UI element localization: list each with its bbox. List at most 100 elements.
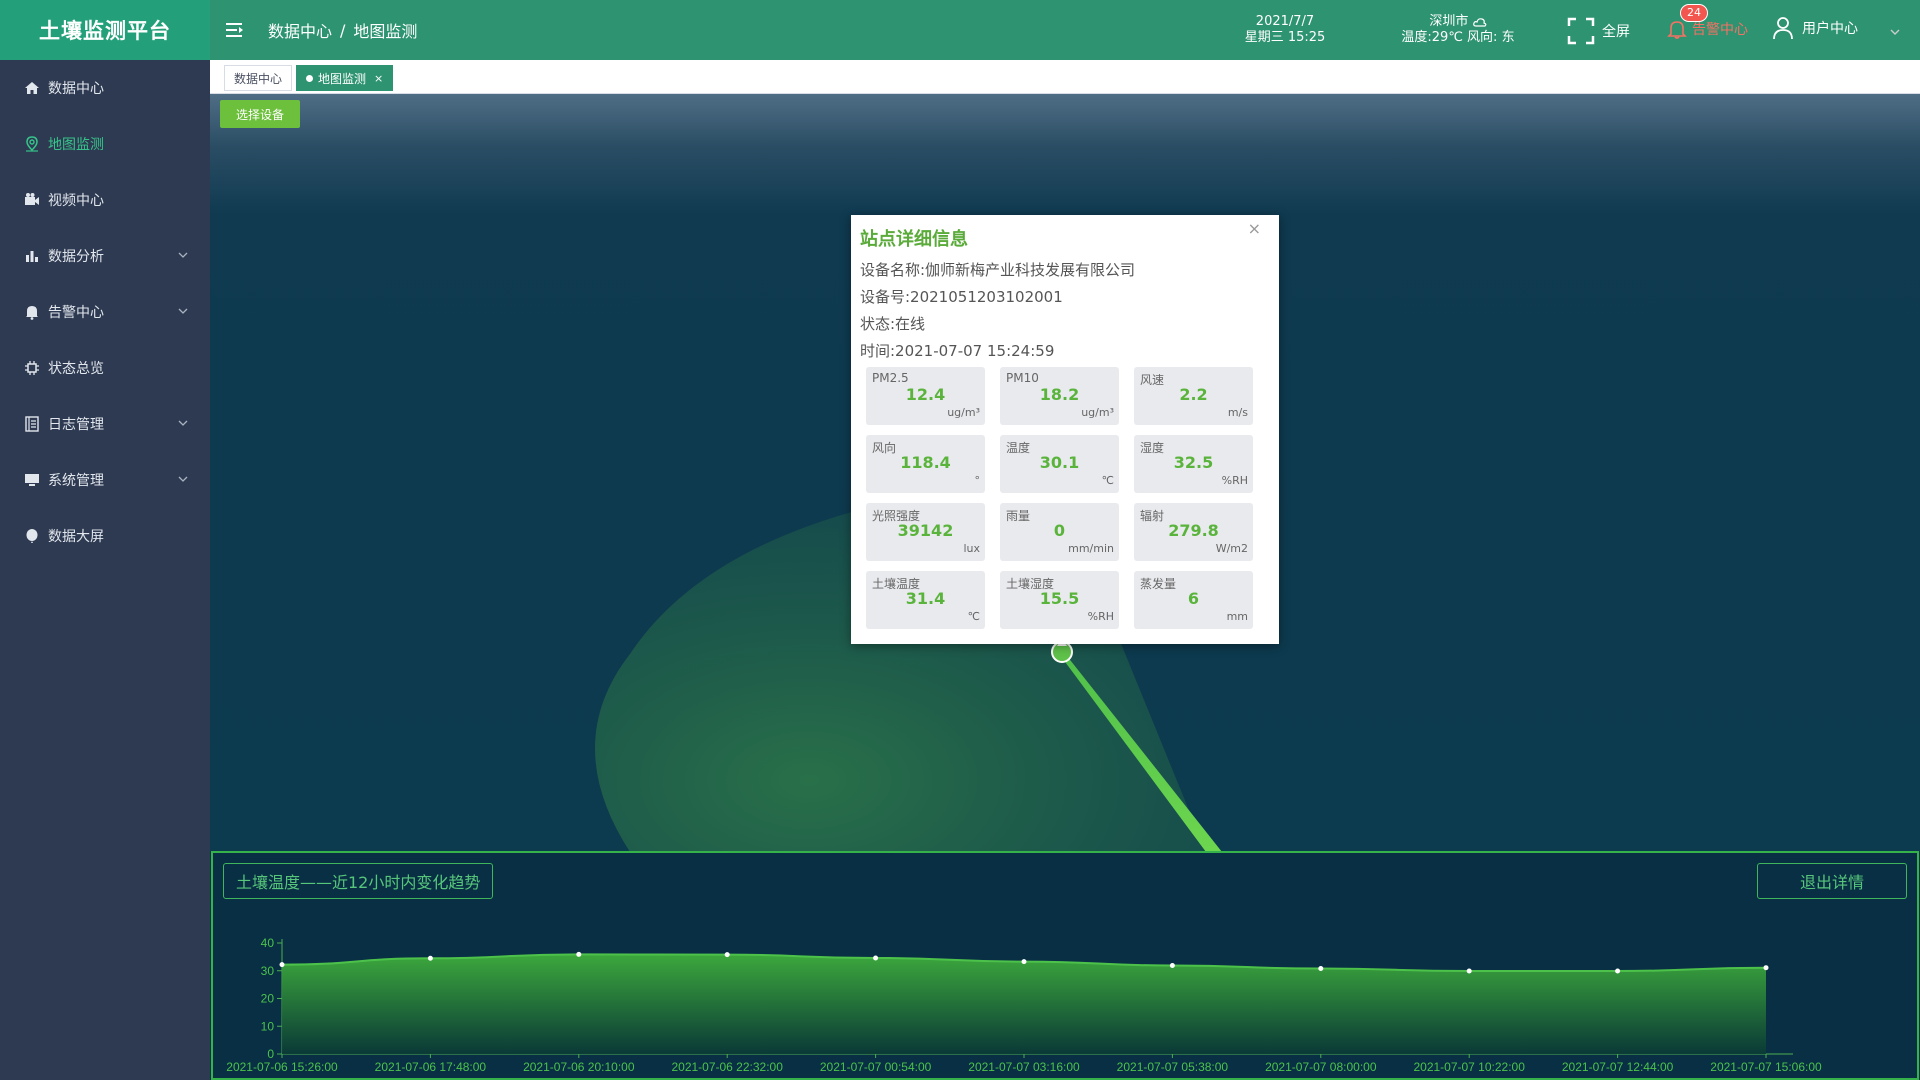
metric-card: 光照强度 39142 lux: [866, 503, 985, 561]
chevron-down-icon: [178, 308, 188, 314]
breadcrumb-item: 地图监测: [353, 22, 418, 41]
metric-unit: mm/min: [1068, 542, 1114, 555]
weather-info: 深圳市 温度:29℃ 风向: 东: [1388, 14, 1528, 46]
close-icon[interactable]: ×: [374, 72, 383, 85]
metric-value: 15.5: [1039, 589, 1080, 608]
sidebar-item-map-monitor[interactable]: 地图监测: [0, 116, 210, 172]
chevron-down-icon: [178, 252, 188, 258]
metric-card: PM2.5 12.4 ug/m³: [866, 367, 985, 425]
x-tick-label: 2021-07-07 05:38:00: [1117, 1060, 1229, 1074]
monitor-icon: [25, 474, 39, 486]
data-point: [1169, 962, 1175, 968]
fullscreen-label: 全屏: [1602, 24, 1630, 40]
metric-value: 6: [1187, 589, 1200, 608]
data-point: [724, 952, 730, 958]
tab-data-center[interactable]: 数据中心: [224, 65, 293, 91]
select-device-button[interactable]: 选择设备: [220, 100, 300, 128]
device-status: 状态:在线: [860, 315, 926, 333]
cloud-icon: [1472, 17, 1486, 27]
sidebar-item-data-analysis[interactable]: 数据分析: [0, 228, 210, 284]
x-tick-label: 2021-07-06 20:10:00: [523, 1060, 635, 1074]
metric-value: 31.4: [905, 589, 946, 608]
metric-card: 风速 2.2 m/s: [1134, 367, 1253, 425]
metric-unit: ug/m³: [1081, 406, 1114, 419]
sidebar: 数据中心 地图监测 视频中心 数据分析 告警中心 状态总览 日志管理 系统管理 …: [0, 60, 210, 1080]
data-point: [427, 955, 433, 961]
sidebar-item-status-overview[interactable]: 状态总览: [0, 340, 210, 396]
sidebar-item-video-center[interactable]: 视频中心: [0, 172, 210, 228]
data-point: [1466, 968, 1472, 974]
metric-value: 0: [1053, 521, 1066, 540]
x-tick-label: 2021-07-07 00:54:00: [820, 1060, 932, 1074]
close-icon[interactable]: ×: [1248, 219, 1261, 238]
breadcrumb-item[interactable]: 数据中心: [268, 18, 332, 42]
metric-unit: lux: [963, 542, 980, 555]
x-tick-label: 2021-07-06 15:26:00: [226, 1060, 338, 1074]
map-pin-icon: [26, 136, 38, 152]
y-tick-label: 30: [261, 964, 275, 978]
popup-title: 站点详细信息: [860, 229, 968, 250]
video-icon: [25, 193, 39, 205]
sidebar-item-label: 系统管理: [48, 473, 104, 489]
sidebar-item-alarm-center[interactable]: 告警中心: [0, 284, 210, 340]
y-tick-label: 20: [261, 992, 275, 1006]
log-icon: [25, 416, 39, 432]
metric-unit: mm: [1226, 610, 1248, 623]
date-time: 2021/7/7 星期三 15:25: [1230, 14, 1340, 46]
sidebar-item-label: 视频中心: [48, 193, 104, 209]
alarm-center-button[interactable]: 24 告警中心: [1666, 4, 1748, 40]
alarm-label: 告警中心: [1692, 22, 1748, 38]
user-center-button[interactable]: 用户中心: [1772, 16, 1858, 40]
brand-title: 土壤监测平台: [0, 0, 210, 60]
tab-map-monitor[interactable]: 地图监测 ×: [296, 65, 394, 91]
metric-value: 32.5: [1173, 453, 1214, 472]
sidebar-item-data-center[interactable]: 数据中心: [0, 60, 210, 116]
metric-card: PM10 18.2 ug/m³: [1000, 367, 1119, 425]
y-tick-label: 10: [261, 1019, 275, 1033]
device-number: 设备号:2021051203102001: [860, 288, 1063, 306]
tab-label: 数据中心: [234, 71, 283, 86]
y-tick-label: 40: [261, 936, 275, 950]
metric-label: PM2.5: [872, 371, 909, 385]
metric-unit: W/m2: [1215, 542, 1248, 555]
x-tick-label: 2021-07-07 08:00:00: [1265, 1060, 1377, 1074]
chevron-down-icon: [178, 476, 188, 482]
fullscreen-button[interactable]: 全屏: [1566, 16, 1630, 46]
alarm-count-badge: 24: [1680, 4, 1708, 22]
metric-unit: %RH: [1221, 474, 1248, 487]
metric-unit: °: [974, 474, 981, 487]
sidebar-item-label: 数据大屏: [48, 529, 104, 545]
metric-unit: %RH: [1087, 610, 1114, 623]
metric-value: 2.2: [1179, 385, 1208, 404]
metric-value: 279.8: [1168, 521, 1219, 540]
user-label: 用户中心: [1802, 21, 1858, 37]
bell-icon: [26, 306, 38, 320]
sidebar-item-log-management[interactable]: 日志管理: [0, 396, 210, 452]
metric-unit: m/s: [1227, 406, 1248, 419]
metric-unit: ug/m³: [947, 406, 980, 419]
y-tick-label: 0: [267, 1047, 274, 1061]
sidebar-item-system-management[interactable]: 系统管理: [0, 452, 210, 508]
breadcrumb-separator: /: [340, 20, 346, 40]
metric-card: 温度 30.1 ℃: [1000, 435, 1119, 493]
metric-value: 12.4: [905, 385, 946, 404]
sidebar-item-label: 数据分析: [48, 249, 104, 265]
breadcrumb: 数据中心 / 地图监测: [268, 0, 417, 60]
station-detail-popup: × 站点详细信息 设备名称:伽师新梅产业科技发展有限公司 设备号:2021051…: [851, 215, 1279, 644]
weekday-time-text: 星期三 15:25: [1244, 30, 1326, 45]
metric-value: 39142: [897, 521, 954, 540]
chart-title: 土壤温度——近12小时内变化趋势: [223, 863, 494, 899]
chevron-down-icon[interactable]: [1890, 28, 1900, 36]
x-tick-label: 2021-07-06 17:48:00: [375, 1060, 487, 1074]
exit-detail-button[interactable]: 退出详情: [1757, 863, 1907, 899]
date-text: 2021/7/7: [1255, 14, 1315, 29]
city-text: 深圳市: [1429, 14, 1469, 29]
device-name: 设备名称:伽师新梅产业科技发展有限公司: [860, 261, 1136, 279]
metric-grid: PM2.5 12.4 ug/m³ PM10 18.2 ug/m³ 风速 2.2 m/s 风向 118…: [866, 367, 1263, 629]
sidebar-item-data-screen[interactable]: 数据大屏: [0, 508, 210, 564]
menu-toggle-icon[interactable]: [224, 20, 246, 40]
weather-line: 温度:29℃ 风向: 东: [1401, 30, 1515, 45]
chip-icon: [25, 361, 39, 375]
sidebar-item-label: 告警中心: [48, 305, 104, 321]
sidebar-item-label: 日志管理: [48, 417, 104, 433]
